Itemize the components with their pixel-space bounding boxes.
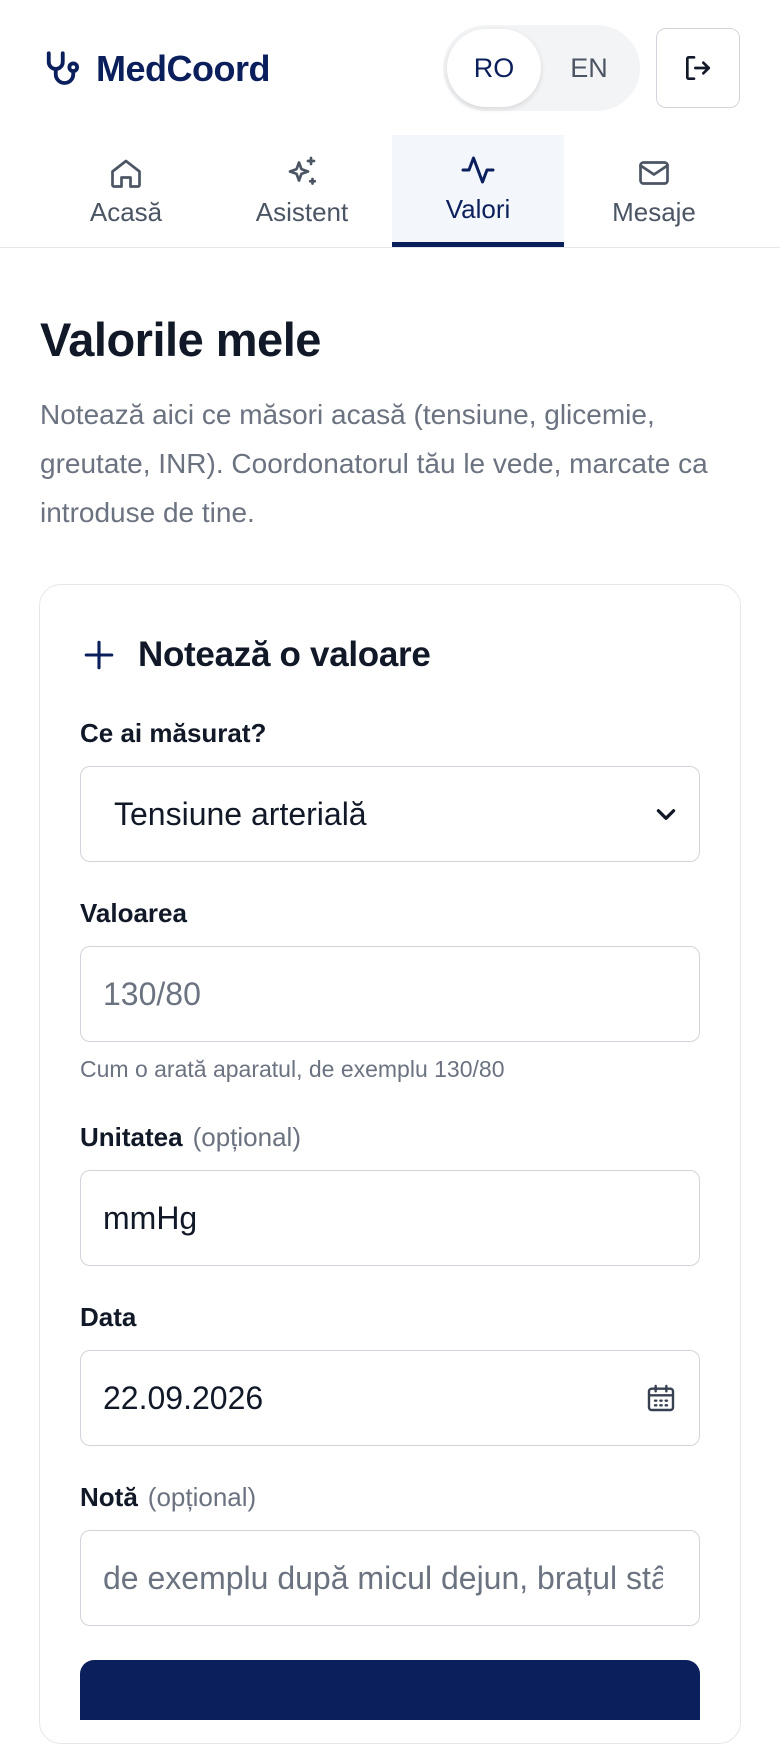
logout-icon: [686, 56, 710, 80]
save-value-button[interactable]: [80, 1660, 700, 1720]
brand-name: MedCoord: [96, 48, 270, 89]
calendar-icon[interactable]: [645, 1381, 677, 1415]
measure-label: Ce ai măsurat?: [80, 718, 267, 748]
date-input[interactable]: 22.09.2026: [80, 1350, 700, 1446]
measure-select[interactable]: Tensiune arterială: [80, 766, 700, 862]
unit-input[interactable]: mmHg: [80, 1170, 700, 1266]
measure-selected-value: Tensiune arterială: [114, 795, 367, 832]
activity-icon: [461, 156, 495, 184]
value-placeholder: 130/80: [103, 975, 201, 1012]
home-icon: [111, 159, 141, 188]
mail-icon: [639, 160, 669, 185]
unit-label-text: Unitatea: [80, 1122, 183, 1152]
plus-icon: [84, 640, 114, 670]
value-input[interactable]: 130/80: [80, 946, 700, 1042]
note-label-text: Notă: [80, 1482, 138, 1512]
unit-label: Unitatea (opțional): [80, 1122, 301, 1153]
card-title: Notează o valoare: [82, 630, 431, 680]
stethoscope-icon: [46, 51, 80, 85]
note-label: Notă (opțional): [80, 1482, 256, 1513]
page-title: Valorile mele: [40, 313, 321, 366]
logout-button[interactable]: [656, 28, 740, 108]
tab-mesaje[interactable]: Mesaje: [568, 135, 740, 247]
tab-label: Acasă: [89, 196, 163, 227]
unit-value: mmHg: [103, 1199, 198, 1236]
tab-acasa[interactable]: Acasă: [40, 135, 212, 247]
language-toggle: RO EN: [443, 25, 640, 111]
page-intro: Notează aici ce măsori acasă (tensiune, …: [40, 399, 708, 528]
sparkles-icon: [288, 156, 317, 185]
note-optional: (opțional): [147, 1482, 257, 1512]
app-header: MedCoord RO EN: [0, 0, 780, 135]
tab-label: Mesaje: [612, 196, 696, 227]
brand-logo[interactable]: MedCoord: [40, 44, 270, 94]
language-en-button[interactable]: EN: [542, 29, 636, 107]
tab-label: Valori: [445, 194, 511, 224]
note-input[interactable]: de exemplu după micul dejun, brațul stâ: [80, 1530, 700, 1626]
card-title-text: Notează o valoare: [138, 635, 431, 674]
chevron-down-icon: [656, 809, 676, 820]
unit-optional: (opțional): [192, 1122, 301, 1152]
date-label: Data: [80, 1302, 137, 1332]
tab-valori[interactable]: Valori: [392, 135, 564, 247]
main-tabs: Acasă Asistent Valori Mesaje: [0, 135, 780, 248]
tab-asistent[interactable]: Asistent: [216, 135, 388, 247]
note-placeholder: de exemplu după micul dejun, brațul stâ: [103, 1559, 663, 1596]
value-hint: Cum o arată aparatul, de exemplu 130/80: [80, 1056, 505, 1082]
language-ro-button[interactable]: RO: [447, 29, 541, 107]
date-value: 22.09.2026: [103, 1379, 264, 1416]
value-label: Valoarea: [80, 898, 187, 928]
tab-label: Asistent: [255, 196, 349, 227]
